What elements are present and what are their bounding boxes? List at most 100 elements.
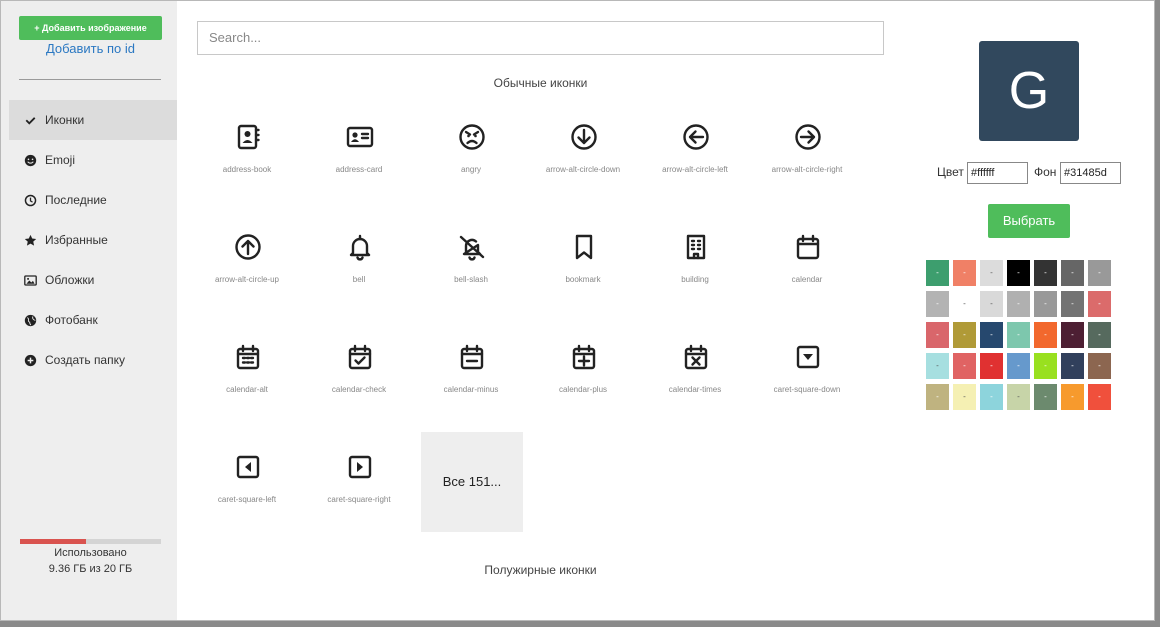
sidebar-nav: Иконки Emoji Последние Избранные Обложки… xyxy=(9,100,177,380)
color-swatch[interactable]: - xyxy=(926,384,949,410)
color-swatch[interactable]: - xyxy=(926,291,949,317)
color-swatch[interactable]: - xyxy=(1061,384,1084,410)
sidebar-item-create-folder[interactable]: Создать папку xyxy=(9,340,177,380)
sidebar-item-recent[interactable]: Последние xyxy=(9,180,177,220)
background-label: Фон xyxy=(1034,165,1057,179)
icon-label: address-card xyxy=(335,165,383,174)
color-swatch[interactable]: - xyxy=(1034,353,1057,379)
show-all-button[interactable]: Все 151... xyxy=(421,432,523,532)
search-input[interactable]: Search... xyxy=(197,21,884,55)
caret-square-right-icon xyxy=(346,453,374,481)
color-swatch[interactable]: - xyxy=(1007,291,1030,317)
color-swatch[interactable]: - xyxy=(926,260,949,286)
arrow-alt-circle-left-icon xyxy=(682,123,710,151)
icon-cell-bell-slash[interactable]: bell-slash xyxy=(415,211,527,321)
icon-cell-bell[interactable]: bell xyxy=(303,211,415,321)
color-swatch[interactable]: - xyxy=(1088,322,1111,348)
storage-usage-bar xyxy=(20,539,161,544)
icon-cell-arrow-alt-circle-right[interactable]: arrow-alt-circle-right xyxy=(751,101,863,211)
color-swatch[interactable]: - xyxy=(1034,260,1057,286)
storage-usage-fill xyxy=(20,539,86,544)
icon-label: calendar-minus xyxy=(443,385,499,394)
plus-circle-icon xyxy=(23,353,37,367)
icon-cell-angry[interactable]: angry xyxy=(415,101,527,211)
color-swatch[interactable]: - xyxy=(1088,353,1111,379)
sidebar-item-icons[interactable]: Иконки xyxy=(9,100,177,140)
icon-cell-caret-square-down[interactable]: caret-square-down xyxy=(751,321,863,431)
color-swatch[interactable]: - xyxy=(953,384,976,410)
icon-cell-arrow-alt-circle-down[interactable]: arrow-alt-circle-down xyxy=(527,101,639,211)
choose-button[interactable]: Выбрать xyxy=(988,204,1070,238)
icon-label: caret-square-down xyxy=(773,385,841,394)
color-input[interactable]: #ffffff xyxy=(967,162,1028,184)
calendar-alt-icon xyxy=(234,343,262,371)
color-swatch[interactable]: - xyxy=(1007,353,1030,379)
color-swatch[interactable]: - xyxy=(1061,322,1084,348)
icon-cell-calendar[interactable]: calendar xyxy=(751,211,863,321)
icon-cell-calendar-times[interactable]: calendar-times xyxy=(639,321,751,431)
color-swatch[interactable]: - xyxy=(1034,384,1057,410)
storage-usage-value: 9.36 ГБ из 20 ГБ xyxy=(48,563,133,575)
color-swatch[interactable]: - xyxy=(1061,260,1084,286)
color-swatch[interactable]: - xyxy=(1034,322,1057,348)
color-swatch[interactable]: - xyxy=(1007,384,1030,410)
icon-cell-caret-square-left[interactable]: caret-square-left xyxy=(191,431,303,541)
color-swatch[interactable]: - xyxy=(980,353,1003,379)
sidebar-item-covers[interactable]: Обложки xyxy=(9,260,177,300)
color-swatch[interactable]: - xyxy=(980,291,1003,317)
sidebar-item-label: Создать папку xyxy=(45,353,125,367)
color-swatch[interactable]: - xyxy=(1061,353,1084,379)
calendar-icon xyxy=(794,233,822,261)
icon-label: arrow-alt-circle-left xyxy=(662,165,728,174)
color-swatch[interactable]: - xyxy=(1007,260,1030,286)
color-swatch[interactable]: - xyxy=(953,291,976,317)
sidebar-item-label: Избранные xyxy=(45,233,108,247)
color-swatch[interactable]: - xyxy=(1088,291,1111,317)
icon-cell-address-book[interactable]: address-book xyxy=(191,101,303,211)
icon-cell-bookmark[interactable]: bookmark xyxy=(527,211,639,321)
icon-cell-calendar-check[interactable]: calendar-check xyxy=(303,321,415,431)
globe-icon xyxy=(23,313,37,327)
icon-cell-arrow-alt-circle-up[interactable]: arrow-alt-circle-up xyxy=(191,211,303,321)
sidebar-item-favorites[interactable]: Избранные xyxy=(9,220,177,260)
icon-label: arrow-alt-circle-right xyxy=(771,165,843,174)
color-swatch[interactable]: - xyxy=(953,353,976,379)
color-swatch[interactable]: - xyxy=(1088,384,1111,410)
icon-cell-arrow-alt-circle-left[interactable]: arrow-alt-circle-left xyxy=(639,101,751,211)
icon-label: arrow-alt-circle-up xyxy=(214,275,279,284)
icon-cell-address-card[interactable]: address-card xyxy=(303,101,415,211)
background-input[interactable]: #31485d xyxy=(1060,162,1121,184)
arrow-alt-circle-down-icon xyxy=(570,123,598,151)
color-swatch[interactable]: - xyxy=(980,260,1003,286)
icon-cell-building[interactable]: building xyxy=(639,211,751,321)
sidebar-item-photobank[interactable]: Фотобанк xyxy=(9,300,177,340)
icon-cell-calendar-minus[interactable]: calendar-minus xyxy=(415,321,527,431)
check-icon xyxy=(23,113,37,127)
color-swatch[interactable]: - xyxy=(926,353,949,379)
color-swatch[interactable]: - xyxy=(1034,291,1057,317)
color-swatch[interactable]: - xyxy=(1007,322,1030,348)
color-swatch[interactable]: - xyxy=(980,322,1003,348)
icon-label: calendar-check xyxy=(331,385,387,394)
bell-slash-icon xyxy=(458,233,486,261)
icon-cell-calendar-alt[interactable]: calendar-alt xyxy=(191,321,303,431)
calendar-plus-icon xyxy=(570,343,598,371)
sidebar-item-emoji[interactable]: Emoji xyxy=(9,140,177,180)
icon-cell-caret-square-right[interactable]: caret-square-right xyxy=(303,431,415,541)
icon-label: caret-square-left xyxy=(217,495,277,504)
color-swatch[interactable]: - xyxy=(953,260,976,286)
color-swatch[interactable]: - xyxy=(953,322,976,348)
color-swatch[interactable]: - xyxy=(1088,260,1111,286)
icon-cell-calendar-plus[interactable]: calendar-plus xyxy=(527,321,639,431)
color-swatch[interactable]: - xyxy=(1061,291,1084,317)
calendar-times-icon xyxy=(682,343,710,371)
storage-usage-label: Использовано xyxy=(54,547,127,559)
color-swatch[interactable]: - xyxy=(980,384,1003,410)
icon-label: calendar-times xyxy=(668,385,722,394)
add-by-id-link[interactable]: Добавить по id xyxy=(19,41,162,56)
avatar-preview: G xyxy=(979,41,1079,141)
color-swatch[interactable]: - xyxy=(926,322,949,348)
add-image-button[interactable]: + Добавить изображение xyxy=(19,16,162,40)
calendar-minus-icon xyxy=(458,343,486,371)
icon-label: building xyxy=(681,275,709,284)
